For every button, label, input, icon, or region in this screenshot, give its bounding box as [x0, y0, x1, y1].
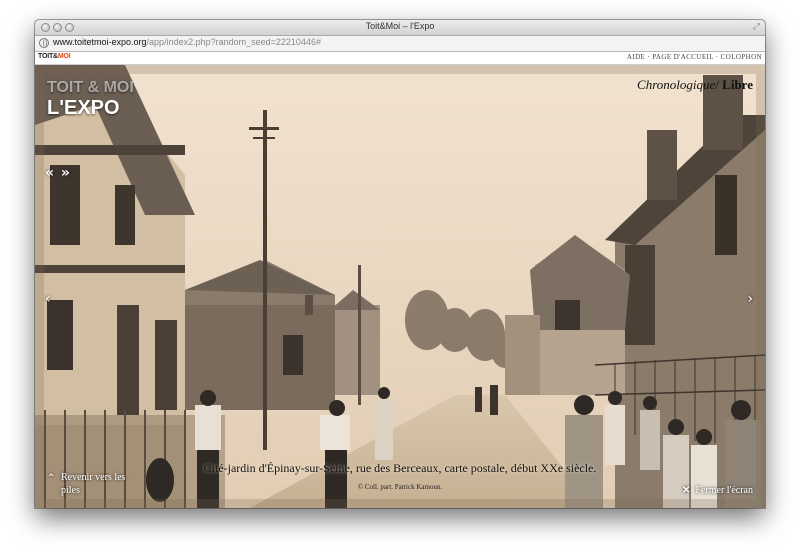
photo-credit: © Coll. part. Patrick Kamoun. [357, 483, 443, 491]
expo-title-big: L'EXPO [47, 97, 120, 119]
close-screen-link[interactable]: ✕ Fermer l'écran [682, 485, 753, 496]
photo-stage: TOIT & MOI L'EXPO Chronologique/ Libre «… [35, 65, 765, 508]
next-arrow-icon[interactable]: › [747, 291, 753, 307]
close-screen-label: Fermer l'écran [695, 485, 753, 496]
url-text[interactable]: www.toitetmoi-expo.org/app/index2.php?ra… [53, 37, 321, 47]
globe-icon [39, 38, 49, 48]
photo-caption: Cité-jardin d'Épinay-sur-Seine, rue des … [203, 461, 597, 475]
url-host: www.toitetmoi-expo.org [53, 37, 147, 47]
site-logo[interactable]: TOIT&MOI [38, 53, 71, 60]
title-bar: Toit&Moi – l'Expo ⤢ [35, 20, 765, 36]
nav-separator: · [713, 53, 721, 61]
expo-title[interactable]: TOIT & MOI L'EXPO [47, 79, 134, 119]
expo-title-small: TOIT & MOI [47, 79, 134, 96]
close-icon: ✕ [682, 485, 691, 496]
logo-part1: TOIT& [38, 53, 58, 60]
previous-arrow-icon[interactable]: ‹ [45, 291, 51, 307]
logo-part2: MOI [57, 53, 71, 60]
fullscreen-icon[interactable]: ⤢ [753, 22, 760, 33]
prev-next-icon[interactable]: « » [45, 165, 71, 181]
mode-libre[interactable]: Libre [722, 77, 753, 92]
view-mode-switch: Chronologique/ Libre [637, 77, 753, 93]
back-to-stacks-label: Revenir vers les piles [61, 472, 126, 496]
nav-accueil[interactable]: PAGE D'ACCUEIL [652, 53, 713, 61]
top-nav: AIDE · PAGE D'ACCUEIL · COLOPHON [627, 53, 762, 61]
url-path: /app/index2.php?random_seed=22210446# [146, 37, 321, 47]
site-header: TOIT&MOI AIDE · PAGE D'ACCUEIL · COLOPHO… [35, 52, 765, 65]
window-title: Toit&Moi – l'Expo [365, 21, 435, 31]
back-to-stacks-link[interactable]: ⌃ Revenir vers les piles [47, 471, 137, 497]
chevron-up-icon: ⌃ [47, 473, 56, 484]
browser-window: Toit&Moi – l'Expo ⤢ www.toitetmoi-expo.o… [35, 20, 765, 508]
postcard-photo [35, 65, 765, 508]
mode-chronologique[interactable]: Chronologique [637, 77, 715, 92]
nav-aide[interactable]: AIDE [627, 53, 645, 61]
nav-colophon[interactable]: COLOPHON [721, 53, 762, 61]
address-bar[interactable]: www.toitetmoi-expo.org/app/index2.php?ra… [35, 36, 765, 52]
